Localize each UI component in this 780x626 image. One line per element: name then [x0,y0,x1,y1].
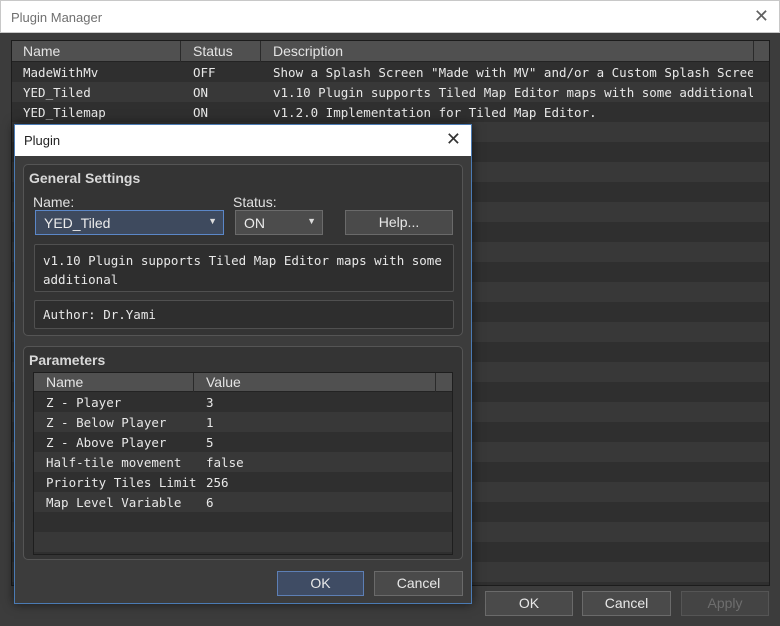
group-title: General Settings [29,170,141,186]
plugin-name: YED_Tiled [23,85,91,100]
plugin-description: v1.2.0 Implementation for Tiled Map Edit… [273,105,597,120]
plugin-status: ON [193,85,209,100]
column-divider [435,373,436,392]
general-settings-group: General Settings Name: YED_Tiled ▼ Statu… [23,164,463,336]
column-divider [753,41,754,62]
param-name: Z - Below Player [46,415,167,430]
close-icon[interactable]: ✕ [754,6,769,26]
table-row[interactable]: Z - Above Player 5 [34,432,452,452]
parameters-group: Parameters Name Value Z - Player 3 Z - B… [23,346,463,560]
table-row[interactable]: Z - Player 3 [34,392,452,412]
cancel-button[interactable]: Cancel [374,571,463,596]
apply-button[interactable]: Apply [681,591,769,616]
plugin-description: v1.10 Plugin supports Tiled Map Editor m… [273,85,753,100]
table-row[interactable]: MadeWithMv OFF Show a Splash Screen "Mad… [12,62,769,82]
param-value: 5 [206,435,214,450]
param-value: false [206,455,244,470]
plugin-dialog: Plugin ✕ General Settings Name: YED_Tile… [14,124,472,604]
table-row[interactable]: Half-tile movement false [34,452,452,472]
window-title: Plugin Manager [11,10,103,25]
table-row[interactable]: Priority Tiles Limit 256 [34,472,452,492]
ok-button[interactable]: OK [485,591,573,616]
name-select[interactable]: YED_Tiled ▼ [35,210,224,235]
plugin-name: YED_Tilemap [23,105,106,120]
main-titlebar: Plugin Manager ✕ [0,0,780,33]
status-label: Status: [233,194,277,210]
status-select-value: ON [244,215,265,231]
dialog-titlebar: Plugin ✕ [15,125,471,156]
name-label: Name: [33,194,75,210]
help-button[interactable]: Help... [345,210,453,235]
column-divider [260,41,261,62]
status-select[interactable]: ON ▼ [235,210,323,235]
table-row[interactable]: YED_Tilemap ON v1.2.0 Implementation for… [12,102,769,122]
chevron-down-icon: ▼ [208,216,217,226]
column-header-status[interactable]: Status [193,43,233,59]
close-icon[interactable]: ✕ [446,129,461,149]
param-value: 256 [206,475,229,490]
plugin-status: ON [193,105,209,120]
column-header-description[interactable]: Description [273,43,343,59]
param-name: Z - Above Player [46,435,167,450]
parameters-header: Name Value [34,373,452,392]
plugin-list-header: Name Status Description [12,41,769,62]
parameter-rows: Z - Player 3 Z - Below Player 1 Z - Abov… [34,392,452,554]
plugin-name: MadeWithMv [23,65,99,80]
column-header-value[interactable]: Value [206,374,241,390]
ok-button[interactable]: OK [277,571,364,596]
chevron-down-icon: ▼ [307,216,316,226]
param-name: Half-tile movement [46,455,182,470]
param-value: 3 [206,395,214,410]
param-value: 6 [206,495,214,510]
param-name: Z - Player [46,395,122,410]
plugin-description: Show a Splash Screen "Made with MV" and/… [273,65,753,80]
table-row[interactable]: Map Level Variable 6 [34,492,452,512]
column-header-name[interactable]: Name [46,374,83,390]
cancel-button[interactable]: Cancel [582,591,671,616]
column-divider [180,41,181,62]
param-value: 1 [206,415,214,430]
column-header-name[interactable]: Name [23,43,60,59]
param-name: Map Level Variable [46,495,182,510]
param-name: Priority Tiles Limit [46,475,197,490]
table-row[interactable]: YED_Tiled ON v1.10 Plugin supports Tiled… [12,82,769,102]
table-row[interactable]: Z - Below Player 1 [34,412,452,432]
description-field[interactable]: v1.10 Plugin supports Tiled Map Editor m… [34,244,454,292]
dialog-title: Plugin [24,133,61,148]
group-title: Parameters [29,352,106,368]
author-field[interactable]: Author: Dr.Yami [34,300,454,329]
parameters-list[interactable]: Name Value Z - Player 3 Z - Below Player… [33,372,453,555]
name-select-value: YED_Tiled [44,215,111,231]
plugin-status: OFF [193,65,216,80]
column-divider [193,373,194,392]
